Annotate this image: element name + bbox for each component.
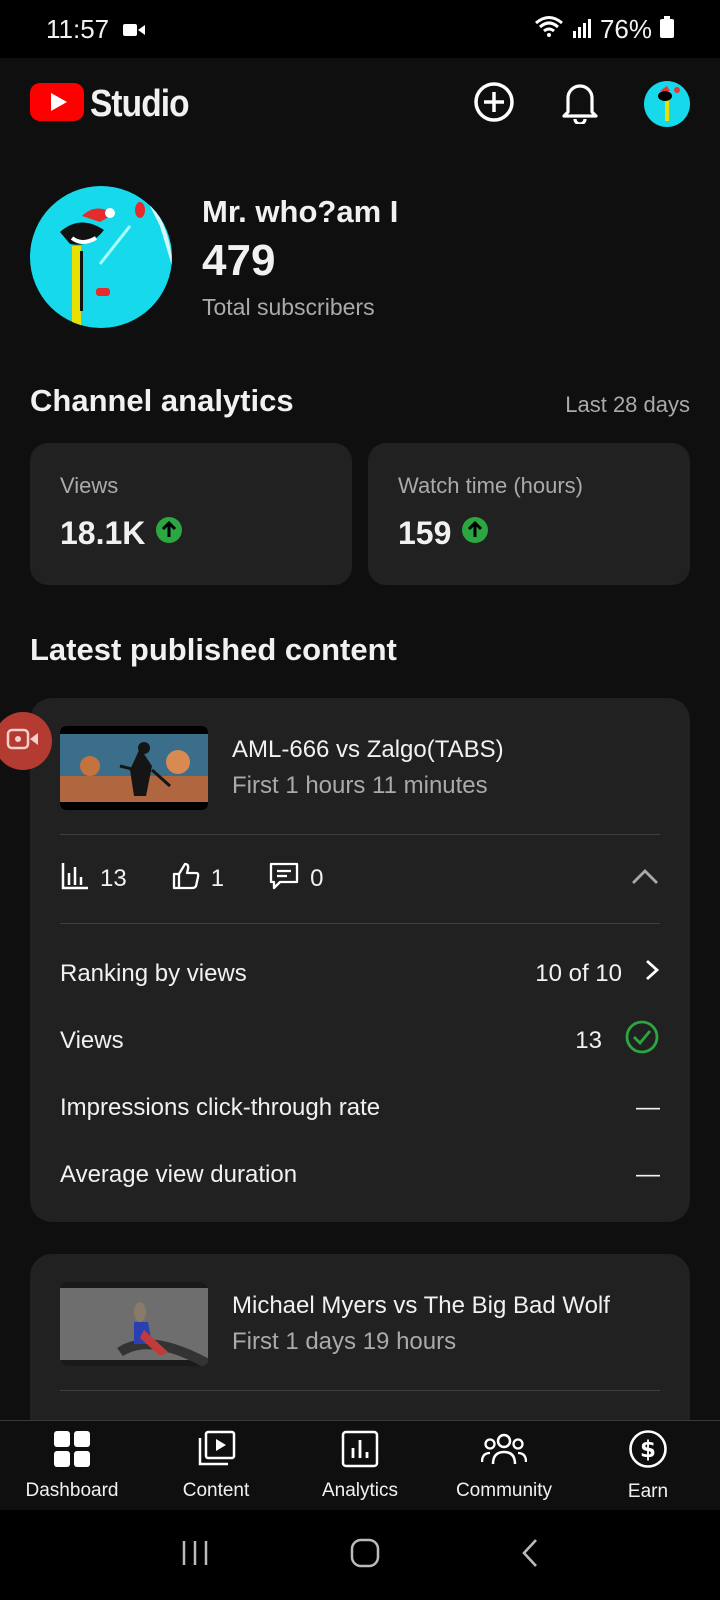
create-icon[interactable] (472, 80, 516, 129)
stat-label: Views (60, 473, 119, 498)
trend-up-icon (155, 515, 183, 552)
analytics-icon (341, 1430, 379, 1474)
subscriber-count: 479 (202, 235, 276, 285)
avd-detail-row: Average view duration — (30, 1141, 690, 1208)
video-period: First 1 hours 11 minutes (232, 772, 488, 799)
bottom-navigation: Dashboard Content Analytics Community $ … (0, 1420, 720, 1510)
nav-earn[interactable]: $ Earn (576, 1429, 720, 1503)
video-camera-icon (123, 14, 146, 45)
clock: 11:57 (46, 13, 110, 44)
channel-avatar[interactable] (30, 186, 172, 328)
wifi-icon (534, 14, 564, 45)
chevron-up-icon[interactable] (630, 867, 660, 892)
likes-count: 1 (210, 865, 225, 892)
comment-icon (268, 861, 300, 898)
battery-icon (660, 14, 674, 45)
home-icon[interactable] (349, 1537, 381, 1574)
thumbs-up-icon (171, 861, 201, 898)
youtube-play-icon (30, 82, 84, 126)
comments-metric: 0 (268, 861, 323, 898)
nav-analytics[interactable]: Analytics (288, 1430, 432, 1502)
detail-label: Views (60, 1026, 124, 1054)
nav-label: Community (455, 1479, 553, 1501)
content-library-icon (196, 1430, 236, 1474)
channel-name: Mr. who?am I (202, 193, 399, 229)
video-metrics-row: 13 1 0 (30, 835, 690, 923)
latest-content-title: Latest published content (30, 632, 397, 667)
detail-label: Impressions click-through rate (60, 1093, 381, 1121)
views-metric: 13 (60, 861, 127, 898)
subscriber-label: Total subscribers (202, 293, 375, 320)
stat-value: 159 (398, 515, 452, 551)
nav-label: Analytics (321, 1479, 399, 1501)
latest-video-card: AML-666 vs Zalgo(TABS) First 1 hours 11 … (30, 698, 690, 1222)
chevron-right-icon (644, 958, 660, 989)
detail-value: — (636, 1160, 660, 1188)
community-icon (480, 1430, 528, 1474)
views-count: 13 (100, 865, 127, 892)
battery-level: 76% (599, 13, 652, 44)
video-title: AML-666 vs Zalgo(TABS) (232, 736, 504, 763)
nav-content[interactable]: Content (144, 1430, 288, 1502)
channel-summary: Mr. who?am I 479 Total subscribers (30, 186, 398, 328)
back-icon[interactable] (520, 1537, 540, 1574)
ranking-row[interactable]: Ranking by views 10 of 10 (30, 940, 690, 1007)
video-row[interactable]: AML-666 vs Zalgo(TABS) First 1 hours 11 … (30, 698, 690, 834)
video-title: Michael Myers vs The Big Bad Wolf (232, 1292, 610, 1319)
detail-value: 10 of 10 (535, 959, 622, 987)
video-thumbnail[interactable] (60, 1282, 208, 1366)
ctr-detail-row: Impressions click-through rate — (30, 1074, 690, 1141)
stat-label: Watch time (hours) (398, 473, 584, 498)
account-avatar[interactable] (644, 81, 690, 127)
nav-label: Earn (627, 1480, 669, 1502)
likes-metric: 1 (171, 861, 224, 898)
video-period: First 1 days 19 hours (232, 1328, 457, 1355)
detail-label: Ranking by views (60, 959, 247, 987)
dashboard-icon (53, 1430, 91, 1474)
notifications-bell-icon[interactable] (560, 80, 600, 129)
analytics-period: Last 28 days (565, 392, 690, 417)
dollar-circle-icon: $ (628, 1429, 668, 1475)
nav-dashboard[interactable]: Dashboard (0, 1430, 144, 1502)
views-stat-card[interactable]: Views 18.1K (30, 443, 352, 585)
signal-icon (572, 14, 592, 45)
app-header: Studio (0, 58, 720, 150)
video-row[interactable]: Michael Myers vs The Big Bad Wolf First … (30, 1254, 690, 1390)
comments-count: 0 (310, 865, 324, 892)
detail-value: 13 (575, 1026, 602, 1054)
views-detail-row: Views 13 (30, 1007, 690, 1074)
system-navigation (0, 1510, 720, 1600)
detail-label: Average view duration (60, 1160, 298, 1188)
status-bar: 11:57 76% (0, 0, 720, 58)
nav-label: Dashboard (25, 1479, 119, 1501)
brand-text: Studio (90, 82, 190, 125)
stat-value: 18.1K (60, 515, 146, 551)
video-camera-icon (6, 728, 40, 755)
detail-value: — (636, 1093, 660, 1121)
youtube-studio-logo[interactable]: Studio (30, 82, 202, 126)
recent-apps-icon[interactable] (180, 1539, 210, 1572)
svg-text:$: $ (640, 1437, 656, 1463)
trend-up-icon (461, 515, 489, 552)
nav-community[interactable]: Community (432, 1430, 576, 1502)
nav-label: Content (182, 1479, 250, 1501)
check-circle-icon (624, 1019, 660, 1062)
divider (60, 1390, 660, 1391)
analytics-section-title: Channel analytics (30, 383, 294, 418)
bar-chart-icon (60, 861, 90, 898)
video-thumbnail[interactable] (60, 726, 208, 810)
watch-time-stat-card[interactable]: Watch time (hours) 159 (368, 443, 690, 585)
